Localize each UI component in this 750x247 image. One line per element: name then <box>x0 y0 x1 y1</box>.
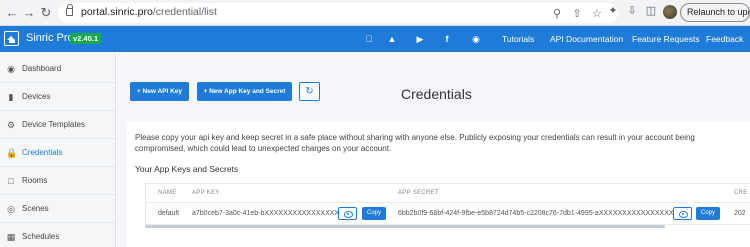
cell-app-secret: 6bb2b0f9-68bf-424f-9fbe-e5b8724d74b5-c22… <box>398 210 674 217</box>
column-header-app-secret: APP SECRET <box>398 190 439 196</box>
browser-toolbar: ← → ↻ portal.sinric.pro/credential/list … <box>0 0 750 26</box>
security-notice: Please copy your api key and keep secret… <box>135 133 695 153</box>
android-icon[interactable]: ▲ <box>386 33 398 45</box>
bookmark-star-icon[interactable]: ☆ <box>590 7 604 21</box>
calendar-icon: ▦ <box>6 232 16 242</box>
sidebar-item-label: Devices <box>22 92 51 101</box>
reload-icon[interactable]: ↻ <box>37 4 55 22</box>
sidebar-item-label: Schedules <box>22 232 60 241</box>
sidebar-item-label: Credentials <box>22 148 63 157</box>
cell-created: 202 <box>734 210 746 217</box>
cell-app-key: a7b0ceb7-3a0c-41eb-bXXXXXXXXXXXXXXXX <box>192 210 340 217</box>
page-title: Credentials <box>401 86 472 102</box>
version-badge: v2.40.1 <box>70 33 102 44</box>
credentials-table: NAME APP KEY APP SECRET CRE default a7b0… <box>145 183 750 225</box>
device-templates-icon: ⚙ <box>6 120 16 130</box>
sidebar-item-devices[interactable]: ▮ Devices <box>0 83 116 111</box>
facebook-icon[interactable]: f <box>441 33 453 45</box>
sidebar-item-label: Rooms <box>22 176 48 185</box>
main-content: + New API Key + New App Key and Secret ↻… <box>117 52 750 247</box>
sidebar-item-label: Device Templates <box>22 120 85 129</box>
apple-icon[interactable]:  <box>363 33 375 45</box>
sidebar-item-label: Dashboard <box>22 64 62 73</box>
sidebar-item-device-templates[interactable]: ⚙ Device Templates <box>0 111 116 139</box>
forward-arrow-icon[interactable]: → <box>20 4 38 22</box>
sidebar-item-schedules[interactable]: ▦ Schedules <box>0 223 116 247</box>
share-icon[interactable]: ⇧ <box>570 7 584 21</box>
address-bar[interactable]: portal.sinric.pro/credential/list ⚲ ⇧ ☆ <box>58 3 618 23</box>
sidebar-item-credentials[interactable]: 🔒 Credentials <box>0 139 116 167</box>
copy-app-key-button[interactable]: Copy <box>362 207 386 220</box>
github-icon[interactable]: ◉ <box>470 33 482 45</box>
cell-name: default <box>158 210 180 217</box>
youtube-icon[interactable]: ▶ <box>414 33 426 45</box>
new-app-key-button[interactable]: + New App Key and Secret <box>197 82 292 101</box>
download-icon[interactable]: ⇩ <box>625 4 639 18</box>
extensions-puzzle-icon[interactable]: ✦ <box>606 4 620 18</box>
brand-name[interactable]: Sinric Pro <box>26 32 74 44</box>
header-divider <box>146 202 750 203</box>
column-header-created: CRE <box>734 190 748 196</box>
rooms-icon: □ <box>8 176 14 186</box>
section-title: Your App Keys and Secrets <box>135 164 239 174</box>
new-api-key-button[interactable]: + New API Key <box>130 82 189 101</box>
nav-feedback[interactable]: Feedback <box>706 34 743 44</box>
back-arrow-icon[interactable]: ← <box>3 4 21 22</box>
profile-avatar[interactable] <box>663 5 677 19</box>
column-header-name: NAME <box>158 190 177 196</box>
sidebar-item-dashboard[interactable]: ◉ Dashboard <box>0 55 116 83</box>
column-header-app-key: APP KEY <box>192 190 220 196</box>
refresh-icon[interactable]: ↻ <box>299 82 320 101</box>
sidebar-item-scenes[interactable]: ◎ Scenes <box>0 195 116 223</box>
show-app-key-eye-icon[interactable] <box>338 207 357 220</box>
app-header: Sinric Pro v2.40.1  ▲ ▶ f ◉ Tutorials A… <box>0 26 750 52</box>
show-app-secret-eye-icon[interactable] <box>673 207 692 220</box>
side-panel-icon[interactable]: ◫ <box>644 4 658 18</box>
lock-icon: 🔒 <box>6 148 18 158</box>
url-text: portal.sinric.pro/credential/list <box>81 6 217 18</box>
lock-icon <box>66 4 73 16</box>
home-logo-icon[interactable] <box>4 31 19 46</box>
relaunch-button[interactable]: Relaunch to update <box>680 3 750 22</box>
credentials-card: Please copy your api key and keep secret… <box>127 122 750 247</box>
devices-icon: ▮ <box>8 92 14 102</box>
nav-tutorials[interactable]: Tutorials <box>502 34 534 44</box>
sidebar: ◉ Dashboard ▮ Devices ⚙ Device Templates… <box>0 52 116 247</box>
dashboard-icon: ◉ <box>7 64 15 74</box>
search-icon[interactable]: ⚲ <box>550 7 564 21</box>
copy-app-secret-button[interactable]: Copy <box>696 207 720 220</box>
sidebar-item-rooms[interactable]: □ Rooms <box>0 167 116 195</box>
horizontal-scrollbar[interactable] <box>145 225 665 228</box>
sidebar-item-label: Scenes <box>22 204 49 213</box>
nav-feature-requests[interactable]: Feature Requests <box>632 34 700 44</box>
nav-api-documentation[interactable]: API Documentation <box>550 34 623 44</box>
scenes-icon: ◎ <box>7 204 15 214</box>
